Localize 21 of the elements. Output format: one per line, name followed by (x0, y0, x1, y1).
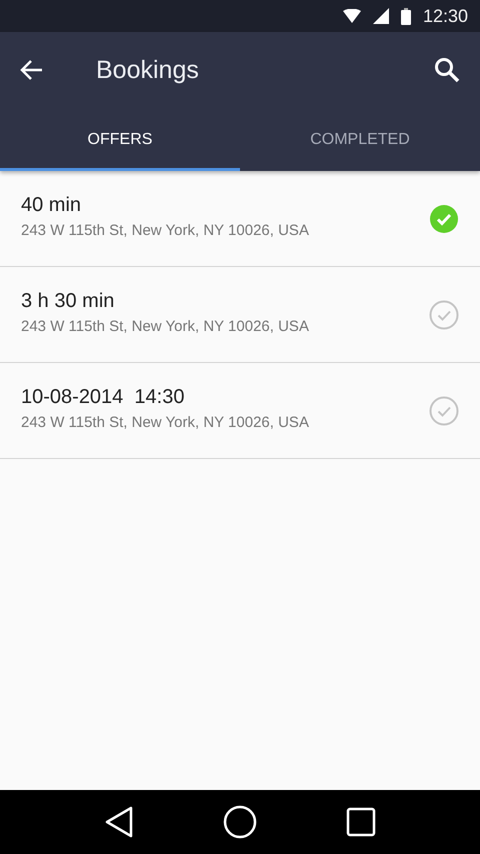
check-icon[interactable] (429, 396, 459, 426)
check-icon[interactable] (429, 204, 459, 234)
booking-title: 40 min (21, 194, 82, 217)
booking-address: 243 W 115th St, New York, NY 10026, USA (21, 222, 310, 239)
booking-title: 3 h 30 min (21, 290, 116, 313)
battery-icon (400, 8, 411, 24)
recents-icon[interactable] (346, 807, 376, 837)
booking-address: 243 W 115th St, New York, NY 10026, USA (21, 414, 310, 431)
back-icon[interactable] (104, 806, 134, 838)
tab[interactable]: COMPLETED (240, 108, 480, 171)
check-icon[interactable] (429, 300, 459, 330)
back-arrow-icon[interactable] (20, 59, 44, 81)
booking-title: 10-08-2014 14:30 (21, 386, 186, 409)
search-icon[interactable] (434, 57, 460, 83)
screen-title: Bookings (96, 56, 200, 84)
tab[interactable]: OFFERS (0, 108, 240, 171)
booking-address: 243 W 115th St, New York, NY 10026, USA (21, 318, 310, 335)
status-time: 12:30 (422, 6, 468, 26)
home-icon[interactable] (222, 805, 257, 839)
signal-icon (372, 8, 389, 24)
wifi-icon (342, 9, 361, 23)
